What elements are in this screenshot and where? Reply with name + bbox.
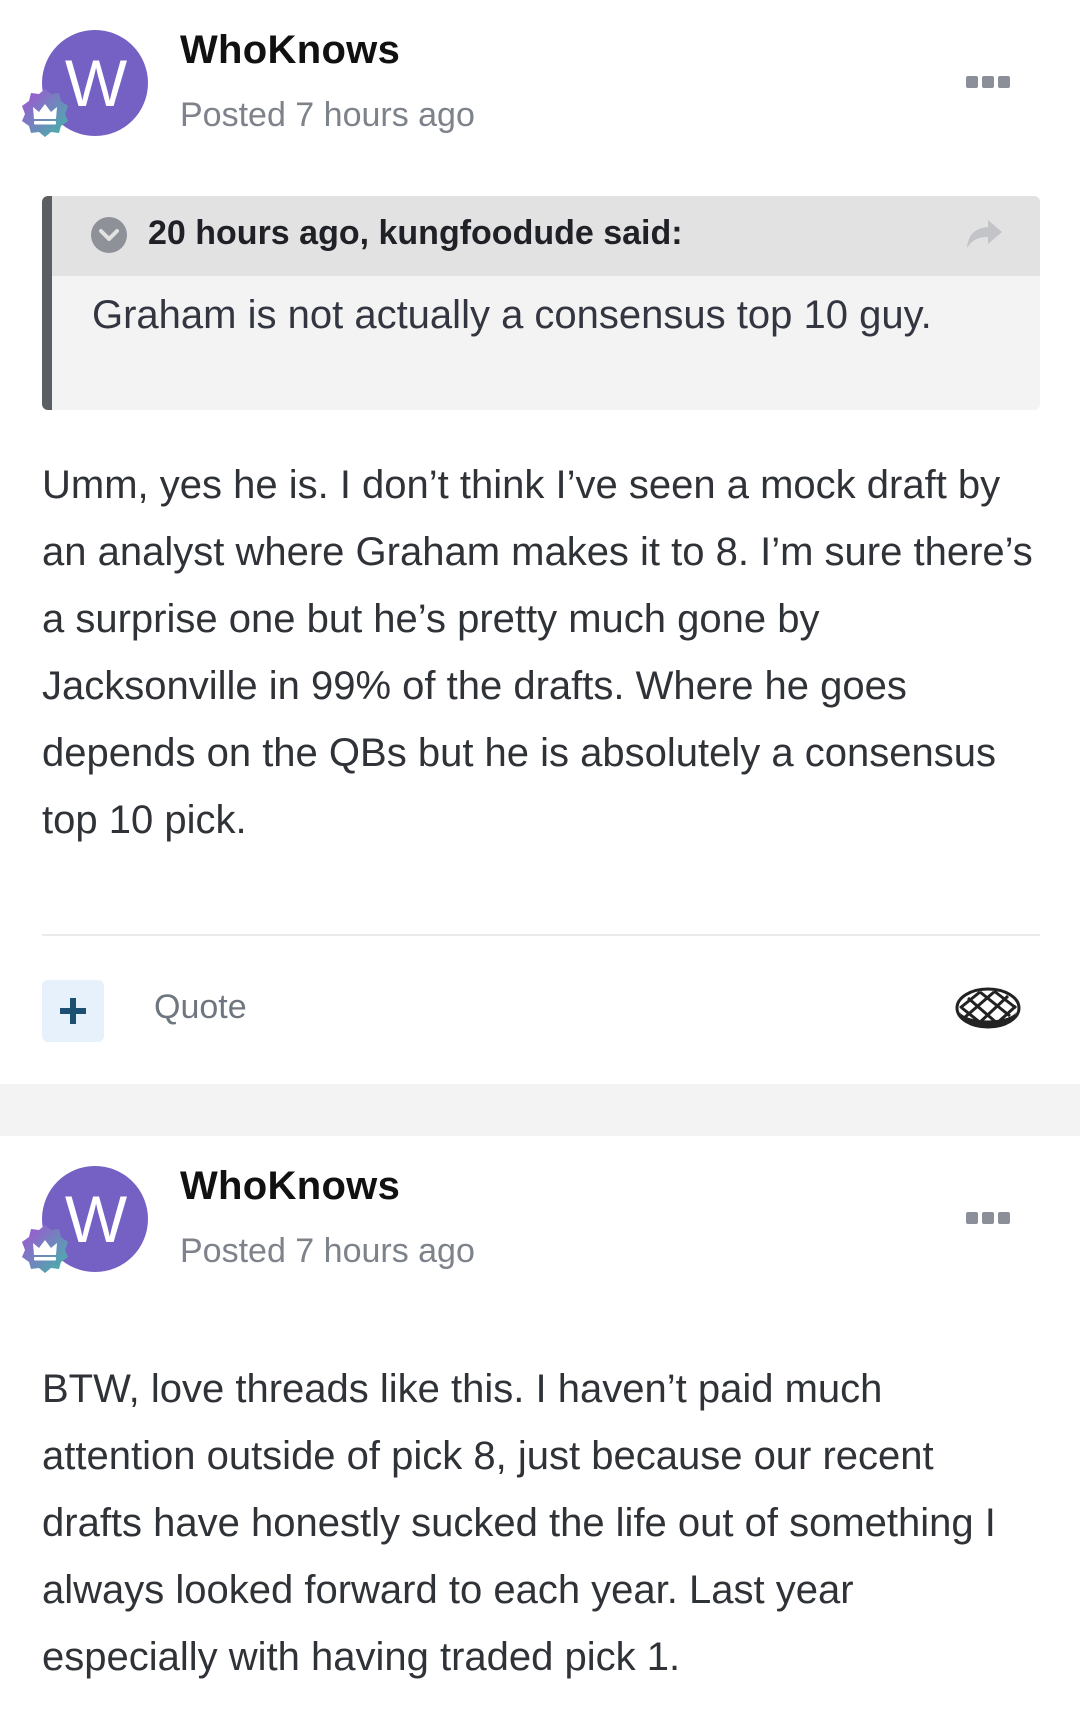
post-separator: [0, 1084, 1080, 1136]
post-timestamp[interactable]: Posted 7 hours ago: [180, 1232, 475, 1271]
quote-button[interactable]: Quote: [154, 988, 247, 1027]
add-reaction-button[interactable]: [42, 980, 104, 1042]
post-content: Umm, yes he is. I don’t think I’ve seen …: [42, 463, 1033, 842]
author-name[interactable]: WhoKnows: [180, 1164, 400, 1209]
post: W WhoKnows Posted 7 hours ago 20 hours a: [0, 0, 1080, 1084]
author-avatar[interactable]: W: [20, 30, 150, 154]
crown-badge-icon: [22, 1225, 68, 1273]
author-avatar[interactable]: W: [20, 1166, 150, 1290]
quote-header: 20 hours ago, kungfoodude said:: [52, 196, 1040, 276]
divider: [42, 934, 1040, 936]
ellipsis-icon[interactable]: [966, 75, 1010, 89]
blockquote: 20 hours ago, kungfoodude said: Graham i…: [42, 196, 1040, 410]
share-arrow-icon[interactable]: [964, 216, 1004, 252]
chevron-down-icon[interactable]: [90, 216, 128, 254]
ellipsis-icon[interactable]: [966, 1211, 1010, 1225]
quote-text: Graham is not actually a consensus top 1…: [92, 293, 932, 337]
crown-badge-icon: [22, 89, 68, 137]
plus-icon: [60, 998, 86, 1024]
post-content: BTW, love threads like this. I haven’t p…: [42, 1367, 996, 1679]
author-name[interactable]: WhoKnows: [180, 28, 400, 73]
post: W WhoKnows Posted 7 hours ago BTW, love …: [0, 1136, 1080, 1716]
pie-reaction-icon[interactable]: [954, 984, 1022, 1036]
post-timestamp[interactable]: Posted 7 hours ago: [180, 96, 475, 135]
quote-citation[interactable]: 20 hours ago, kungfoodude said:: [148, 214, 683, 253]
